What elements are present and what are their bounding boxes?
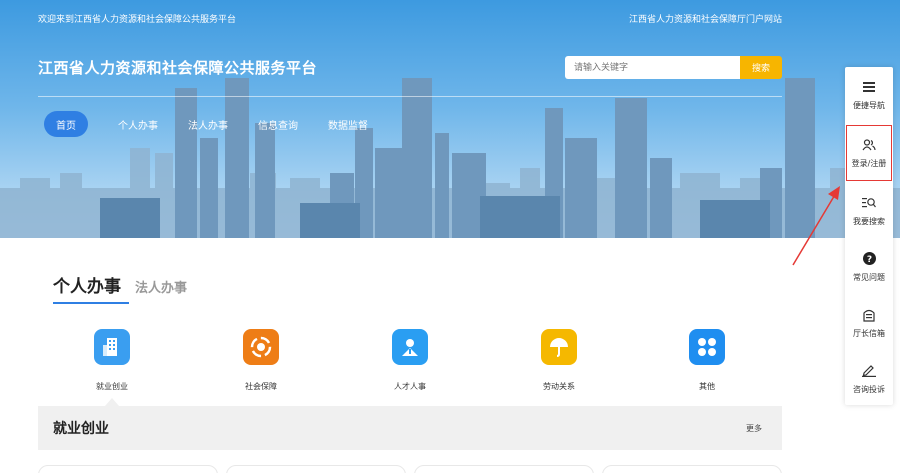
nav-item-info-query[interactable]: 信息查询 [258,111,298,137]
svg-text:?: ? [866,255,871,265]
nav-item-corporate[interactable]: 法人办事 [188,111,228,137]
mailbox-icon [862,308,876,322]
edit-icon [862,364,876,378]
sidebar-item-login[interactable]: 登录/注册 [846,125,892,181]
nav-item-personal[interactable]: 个人办事 [118,111,158,137]
site-title: 江西省人力资源和社会保障公共服务平台 [38,59,318,77]
person-icon [392,329,428,365]
menu-icon [862,80,876,94]
search-button[interactable]: 搜索 [740,56,782,79]
welcome-text: 欢迎来到江西省人力资源和社会保障公共服务平台 [38,15,237,25]
nav-item-data-supervision[interactable]: 数据监督 [328,111,368,137]
city-skyline-image [0,78,900,238]
sidebar-item-label: 我要搜索 [853,216,885,226]
service-card[interactable] [38,465,218,473]
shield-circle-icon [243,329,279,365]
portal-link[interactable]: 江西省人力资源和社会保障厅门户网站 [629,12,782,26]
sidebar-item-director-mailbox[interactable]: 厅长信箱 [845,295,893,351]
active-service-pointer [105,398,119,406]
search-box: 搜索 [565,56,782,79]
service-labor-relations[interactable]: 劳动关系 [529,329,589,392]
service-employment[interactable]: 就业创业 [82,329,142,392]
users-icon [862,138,876,152]
employment-section-header: 就业创业 更多 [38,406,782,450]
service-label: 其他 [699,382,715,391]
section-title: 就业创业 [53,421,109,437]
service-card[interactable] [602,465,782,473]
sidebar-item-label: 便捷导航 [853,100,885,110]
grid-icon [689,329,725,365]
search-input[interactable] [565,56,740,79]
service-label: 就业创业 [96,382,128,391]
sidebar-item-label: 登录/注册 [851,158,887,168]
more-link[interactable]: 更多 [746,423,762,434]
sidebar-item-search[interactable]: 我要搜索 [845,183,893,239]
service-tabs: 个人办事 法人办事 [53,272,187,297]
tab-corporate[interactable]: 法人办事 [135,277,187,296]
sidebar-item-label: 厅长信箱 [853,328,885,338]
sidebar-item-faq[interactable]: ? 常见问题 [845,239,893,295]
top-bar: 欢迎来到江西省人力资源和社会保障公共服务平台 江西省人力资源和社会保障厅门户网站 [38,12,782,26]
header-divider [38,96,782,97]
service-label: 劳动关系 [543,382,575,391]
sidebar-item-label: 常见问题 [853,272,885,282]
search-list-icon [862,196,876,210]
sidebar-item-quick-nav[interactable]: 便捷导航 [845,67,893,123]
sidebar-item-complaint[interactable]: 咨询投诉 [845,351,893,407]
tab-underline [53,302,129,304]
umbrella-icon [541,329,577,365]
service-card[interactable] [414,465,594,473]
main-nav: 首页 个人办事 法人办事 信息查询 数据监督 [44,111,368,137]
nav-item-home[interactable]: 首页 [44,111,88,137]
service-other[interactable]: 其他 [677,329,737,392]
service-label: 社会保障 [245,382,277,391]
sidebar-item-label: 咨询投诉 [853,384,885,394]
service-talent[interactable]: 人才人事 [380,329,440,392]
service-card[interactable] [226,465,406,473]
service-social-security[interactable]: 社会保障 [231,329,291,392]
service-label: 人才人事 [394,382,426,391]
building-icon [94,329,130,365]
floating-sidebar: 便捷导航 登录/注册 我要搜索 ? 常见问题 厅长信箱 咨询投诉 [845,67,893,405]
question-icon: ? [862,252,876,266]
tab-personal[interactable]: 个人办事 [53,272,121,297]
